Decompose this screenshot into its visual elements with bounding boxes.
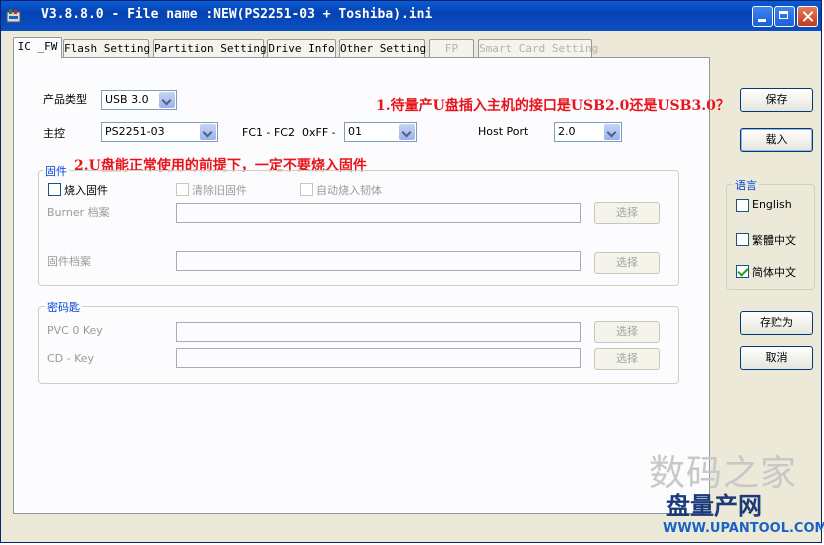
save-button[interactable]: 保存 [740, 88, 813, 112]
chevron-down-icon[interactable] [399, 124, 415, 140]
minimize-button[interactable] [752, 6, 773, 27]
host-port-label: Host Port [478, 125, 529, 138]
chevron-down-icon[interactable] [604, 124, 620, 140]
host-port-value: 2.0 [558, 125, 576, 138]
auto-burn-checkbox[interactable] [300, 183, 313, 196]
english-label: English [752, 198, 792, 211]
tab-smart-card-setting[interactable]: Smart Card Setting [478, 39, 598, 57]
app-icon [6, 9, 21, 23]
watermark-logo-text: 盘量产网 [666, 492, 762, 520]
fw-file-field[interactable] [176, 251, 581, 271]
firmware-group-title: 固件 [43, 163, 69, 179]
pvc-key-field[interactable] [176, 322, 581, 342]
tab-ic-fw[interactable]: IC _FW [13, 37, 62, 58]
window-title: V3.8.8.0 - File name :NEW(PS2251-03 + To… [41, 7, 433, 22]
clear-old-fw-checkbox[interactable] [176, 183, 189, 196]
key-group-title: 密码匙 [45, 299, 82, 315]
watermark-url: WWW.UPANTOOL.COM [663, 521, 824, 536]
pvc-select-button[interactable]: 选择 [594, 321, 660, 343]
tab-flash-setting[interactable]: Flash Setting [63, 39, 150, 57]
save-as-button[interactable]: 存贮为 [740, 311, 813, 335]
fc-label: FC1 - FC2 [242, 126, 295, 139]
fc-hex-label: 0xFF - [302, 126, 336, 139]
product-type-value: USB 3.0 [105, 93, 149, 106]
controller-value: PS2251-03 [105, 125, 165, 138]
host-port-select[interactable]: 2.0 [554, 122, 622, 142]
fc-value: 01 [348, 125, 362, 138]
tab-partition-setting[interactable]: Partition Setting [153, 39, 267, 57]
product-type-label: 产品类型 [43, 93, 87, 106]
auto-burn-label: 自动烧入韧体 [316, 184, 382, 197]
load-button[interactable]: 载入 [740, 128, 813, 152]
key-group [38, 306, 679, 384]
tab-drive-info[interactable]: Drive Info [267, 39, 336, 57]
chevron-down-icon[interactable] [159, 92, 175, 108]
fw-select-button[interactable]: 选择 [594, 252, 660, 274]
close-button[interactable] [797, 6, 818, 27]
language-group-title: 语言 [733, 177, 759, 193]
traditional-chinese-checkbox[interactable] [736, 233, 749, 246]
tab-fp[interactable]: FP [429, 39, 474, 57]
simplified-chinese-checkbox[interactable] [736, 265, 749, 278]
controller-label: 主控 [43, 127, 65, 140]
burn-fw-label: 烧入固件 [64, 184, 108, 197]
english-checkbox[interactable] [736, 199, 749, 212]
burn-fw-checkbox[interactable] [48, 183, 61, 196]
traditional-chinese-label: 繁體中文 [752, 234, 796, 247]
burner-select-button[interactable]: 选择 [594, 202, 660, 224]
cd-key-label: CD - Key [47, 352, 95, 365]
maximize-button[interactable] [774, 6, 795, 27]
main-window: V3.8.8.0 - File name :NEW(PS2251-03 + To… [0, 0, 824, 543]
burner-file-label: Burner 档案 [47, 206, 110, 219]
cd-select-button[interactable]: 选择 [594, 348, 660, 370]
annotation-note-1: 1.待量产U盘插入主机的接口是USB2.0还是USB3.0？ [376, 98, 730, 114]
clear-old-fw-label: 清除旧固件 [192, 184, 247, 197]
pvc-key-label: PVC 0 Key [47, 324, 103, 337]
chevron-down-icon[interactable] [200, 124, 216, 140]
simplified-chinese-label: 简体中文 [752, 266, 796, 279]
cd-key-field[interactable] [176, 348, 581, 368]
language-group: 语言 English 繁體中文 简体中文 [726, 177, 815, 290]
title-bar[interactable]: V3.8.8.0 - File name :NEW(PS2251-03 + To… [1, 1, 821, 31]
fw-file-label: 固件档案 [47, 255, 91, 268]
controller-select[interactable]: PS2251-03 [101, 122, 218, 142]
tab-panel-ic-fw: 产品类型 USB 3.0 1.待量产U盘插入主机的接口是USB2.0还是USB3… [13, 57, 730, 514]
cancel-button[interactable]: 取消 [740, 346, 813, 370]
product-type-select[interactable]: USB 3.0 [101, 90, 177, 110]
burner-file-field[interactable] [176, 203, 581, 223]
fc-select[interactable]: 01 [344, 122, 417, 142]
tab-other-setting[interactable]: Other Setting [339, 39, 426, 57]
